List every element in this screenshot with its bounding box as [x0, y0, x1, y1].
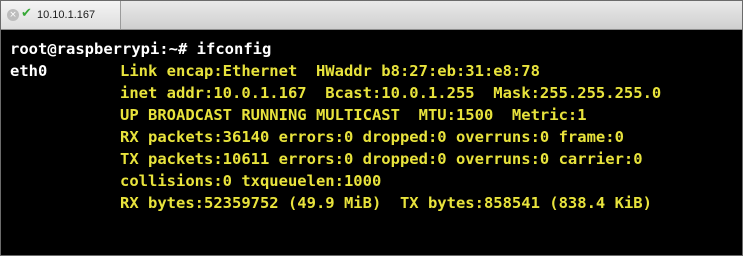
- output-line: UP BROADCAST RUNNING MULTICAST MTU:1500 …: [10, 104, 742, 126]
- check-icon: ✔: [21, 6, 32, 21]
- command-line: root@raspberrypi:~# ifconfig: [10, 38, 742, 60]
- output-text: TX packets:10611 errors:0 dropped:0 over…: [120, 150, 643, 168]
- output-line: TX packets:10611 errors:0 dropped:0 over…: [10, 148, 742, 170]
- output-text: collisions:0 txqueuelen:1000: [120, 172, 382, 190]
- shell-prompt: root@raspberrypi:~#: [10, 40, 188, 58]
- output-line: RX packets:36140 errors:0 dropped:0 over…: [10, 126, 742, 148]
- tab-title: 10.10.1.167: [37, 9, 96, 21]
- output-text: UP BROADCAST RUNNING MULTICAST MTU:1500 …: [120, 106, 587, 124]
- title-bar: × ✔ 10.10.1.167: [1, 1, 742, 30]
- output-text: Link encap:Ethernet HWaddr b8:27:eb:31:e…: [120, 62, 540, 80]
- output-text: inet addr:10.0.1.167 Bcast:10.0.1.255 Ma…: [120, 84, 662, 102]
- output-line: inet addr:10.0.1.167 Bcast:10.0.1.255 Ma…: [10, 82, 742, 104]
- output-line: eth0 Link encap:Ethernet HWaddr b8:27:eb:…: [10, 60, 742, 82]
- terminal-output[interactable]: root@raspberrypi:~# ifconfig eth0 Link en…: [1, 30, 742, 255]
- session-tab[interactable]: × ✔ 10.10.1.167: [1, 1, 121, 29]
- output-text: RX bytes:52359752 (49.9 MiB) TX bytes:85…: [120, 194, 652, 212]
- interface-name: eth0: [10, 62, 48, 80]
- close-icon[interactable]: ×: [7, 9, 19, 21]
- output-line: RX bytes:52359752 (49.9 MiB) TX bytes:85…: [10, 192, 742, 214]
- output-text: RX packets:36140 errors:0 dropped:0 over…: [120, 128, 624, 146]
- output-line: collisions:0 txqueuelen:1000: [10, 170, 742, 192]
- terminal-window: × ✔ 10.10.1.167 root@raspberrypi:~# ifco…: [0, 0, 743, 256]
- command-text: ifconfig: [196, 40, 272, 58]
